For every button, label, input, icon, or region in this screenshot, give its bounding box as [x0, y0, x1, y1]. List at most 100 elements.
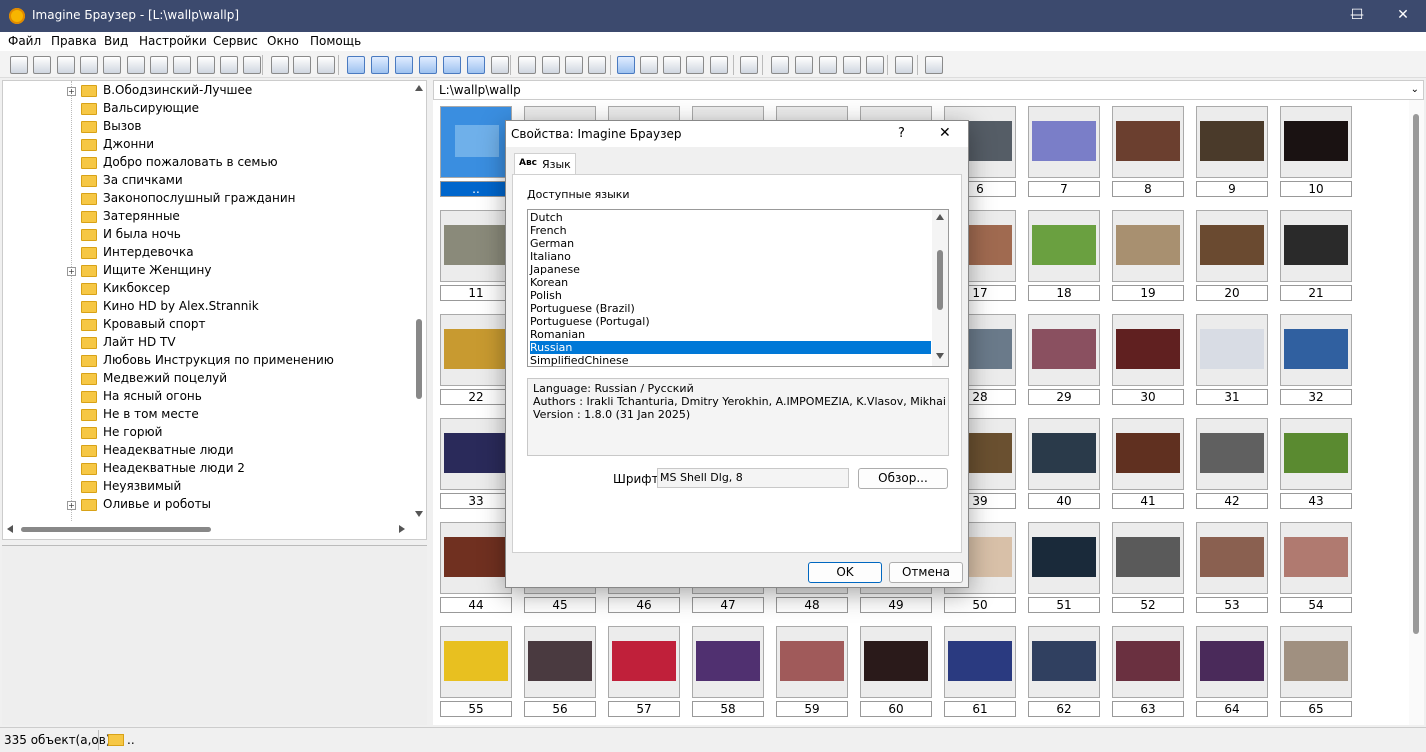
- tree-item[interactable]: Кикбоксер: [3, 280, 403, 298]
- tree-item[interactable]: Вызов: [3, 118, 403, 136]
- thumbnail-caption[interactable]: 41: [1112, 493, 1184, 509]
- tree-item[interactable]: Не горюй: [3, 424, 403, 442]
- thumbnail-caption[interactable]: 40: [1028, 493, 1100, 509]
- toolbar-button-icon[interactable]: [243, 56, 261, 74]
- close-window-button[interactable]: ✕: [1380, 0, 1426, 32]
- thumbnail-caption[interactable]: 19: [1112, 285, 1184, 301]
- list-scroll-thumb[interactable]: [937, 250, 943, 310]
- thumbnail[interactable]: [440, 210, 512, 282]
- toolbar-button-icon[interactable]: [819, 56, 837, 74]
- thumbnail-caption[interactable]: 51: [1028, 597, 1100, 613]
- thumbnail[interactable]: [1196, 626, 1268, 698]
- toolbar-button-icon[interactable]: [866, 56, 884, 74]
- tree-item[interactable]: Медвежий поцелуй: [3, 370, 403, 388]
- language-option[interactable]: SimplifiedChinese: [530, 354, 628, 366]
- tree-item[interactable]: Неадекватные люди: [3, 442, 403, 460]
- menu-item[interactable]: Сервис: [213, 34, 258, 48]
- language-option[interactable]: Portuguese (Portugal): [530, 315, 650, 328]
- browse-button[interactable]: Обзор...: [858, 468, 948, 489]
- thumbnail[interactable]: [1028, 106, 1100, 178]
- toolbar-button-icon[interactable]: [395, 56, 413, 74]
- thumbnail[interactable]: [440, 106, 512, 178]
- thumbnail[interactable]: [944, 626, 1016, 698]
- tree-item[interactable]: Вальсирующие: [3, 100, 403, 118]
- thumbnail[interactable]: [440, 626, 512, 698]
- thumbnail[interactable]: [1280, 314, 1352, 386]
- tree-item[interactable]: Не в том месте: [3, 406, 403, 424]
- list-scroll-up-icon[interactable]: [936, 214, 944, 220]
- expand-icon[interactable]: +: [67, 501, 76, 510]
- thumbnail-caption[interactable]: 7: [1028, 181, 1100, 197]
- toolbar-button-icon[interactable]: [588, 56, 606, 74]
- thumbnail[interactable]: [524, 626, 596, 698]
- toolbar-button-icon[interactable]: [565, 56, 583, 74]
- cancel-button[interactable]: Отмена: [889, 562, 963, 583]
- tree-item[interactable]: Интердевочка: [3, 244, 403, 262]
- tree-item[interactable]: Джонни: [3, 136, 403, 154]
- thumbnail-caption[interactable]: 52: [1112, 597, 1184, 613]
- toolbar-button-icon[interactable]: [795, 56, 813, 74]
- thumbnail-caption[interactable]: 50: [944, 597, 1016, 613]
- toolbar-button-icon[interactable]: [686, 56, 704, 74]
- language-option[interactable]: Polish: [530, 289, 562, 302]
- thumbnail[interactable]: [1112, 210, 1184, 282]
- toolbar-button-icon[interactable]: [617, 56, 635, 74]
- menu-item[interactable]: Правка: [51, 34, 97, 48]
- scroll-right-icon[interactable]: [399, 525, 405, 533]
- thumbnail-caption[interactable]: 30: [1112, 389, 1184, 405]
- menu-item[interactable]: Файл: [8, 34, 41, 48]
- toolbar-button-icon[interactable]: [542, 56, 560, 74]
- tree-item[interactable]: Любовь Инструкция по применению: [3, 352, 403, 370]
- thumbnail[interactable]: [1112, 418, 1184, 490]
- menu-item[interactable]: Помощь: [310, 34, 361, 48]
- toolbar-button-icon[interactable]: [640, 56, 658, 74]
- tree-item[interactable]: Законопослушный гражданин: [3, 190, 403, 208]
- toolbar-button-icon[interactable]: [127, 56, 145, 74]
- thumbnail-caption[interactable]: 49: [860, 597, 932, 613]
- thumbnail-caption[interactable]: 46: [608, 597, 680, 613]
- language-option[interactable]: Korean: [530, 276, 568, 289]
- thumbnail-caption[interactable]: 31: [1196, 389, 1268, 405]
- toolbar-button-icon[interactable]: [740, 56, 758, 74]
- tree-item[interactable]: Затерянные: [3, 208, 403, 226]
- tree-vertical-scrollbar[interactable]: [412, 81, 426, 521]
- thumbnail-caption[interactable]: 55: [440, 701, 512, 717]
- thumbnail-caption[interactable]: 22: [440, 389, 512, 405]
- thumbnail-caption[interactable]: 48: [776, 597, 848, 613]
- toolbar-button-icon[interactable]: [150, 56, 168, 74]
- tree-item[interactable]: Неадекватные люди 2: [3, 460, 403, 478]
- thumbnail-caption[interactable]: 18: [1028, 285, 1100, 301]
- language-option[interactable]: Russian: [530, 341, 931, 354]
- chevron-down-icon[interactable]: ⌄: [1411, 84, 1419, 95]
- thumbnail-caption[interactable]: 62: [1028, 701, 1100, 717]
- tree-item[interactable]: На ясный огонь: [3, 388, 403, 406]
- toolbar-button-icon[interactable]: [80, 56, 98, 74]
- thumbnail[interactable]: [692, 626, 764, 698]
- thumbnail-caption[interactable]: 29: [1028, 389, 1100, 405]
- tree-item[interactable]: И была ночь: [3, 226, 403, 244]
- toolbar-button-icon[interactable]: [197, 56, 215, 74]
- language-option[interactable]: Dutch: [530, 211, 563, 224]
- toolbar-button-icon[interactable]: [443, 56, 461, 74]
- toolbar-button-icon[interactable]: [173, 56, 191, 74]
- thumbnail[interactable]: [1112, 522, 1184, 594]
- toolbar-button-icon[interactable]: [663, 56, 681, 74]
- language-list-scrollbar[interactable]: [932, 210, 948, 366]
- thumbnail-caption[interactable]: 57: [608, 701, 680, 717]
- thumbnail[interactable]: [776, 626, 848, 698]
- thumbnail-caption[interactable]: 56: [524, 701, 596, 717]
- list-scroll-down-icon[interactable]: [936, 353, 944, 359]
- language-listbox[interactable]: Dutch French German Italiano Japanese Korean P…: [527, 209, 949, 367]
- thumbnail[interactable]: [440, 314, 512, 386]
- gallery-scroll-thumb[interactable]: [1413, 114, 1419, 634]
- tree-item[interactable]: Добро пожаловать в семью: [3, 154, 403, 172]
- thumbnail[interactable]: [1112, 314, 1184, 386]
- thumbnail-caption[interactable]: 44: [440, 597, 512, 613]
- thumbnail[interactable]: [1196, 106, 1268, 178]
- tree-hscroll-thumb[interactable]: [21, 527, 211, 532]
- menu-item[interactable]: Вид: [104, 34, 128, 48]
- thumbnail[interactable]: [608, 626, 680, 698]
- thumbnail-caption[interactable]: 8: [1112, 181, 1184, 197]
- folder-tree[interactable]: + В.Ободзинский-Лучшее Вальсирующие Вызов Дж…: [2, 80, 427, 540]
- tree-item[interactable]: + Оливье и роботы: [3, 496, 403, 514]
